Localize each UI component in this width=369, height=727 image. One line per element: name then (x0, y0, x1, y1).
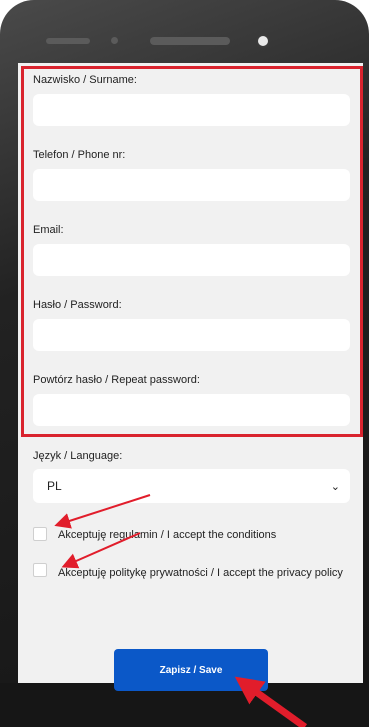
password-label: Hasło / Password: (33, 299, 122, 311)
earpiece-icon (46, 38, 90, 44)
phone-label: Telefon / Phone nr: (33, 149, 126, 161)
email-label: Email: (33, 224, 64, 236)
phone-frame: Nazwisko / Surname: Telefon / Phone nr: … (0, 0, 369, 727)
surname-input[interactable] (33, 94, 350, 126)
phone-input[interactable] (33, 169, 350, 201)
camera-icon (258, 36, 268, 46)
save-button[interactable]: Zapisz / Save (114, 649, 268, 691)
language-label: Język / Language: (33, 450, 123, 462)
language-select[interactable]: PL ⌄ (33, 469, 350, 503)
language-value: PL (47, 479, 62, 493)
privacy-label: Akceptuję politykę prywatności / I accep… (58, 567, 343, 579)
repeat-password-input[interactable] (33, 394, 350, 426)
repeat-password-label: Powtórz hasło / Repeat password: (33, 374, 200, 386)
email-input[interactable] (33, 244, 350, 276)
chevron-down-icon: ⌄ (330, 480, 340, 493)
terms-checkbox[interactable] (33, 527, 47, 541)
terms-label: Akceptuję regulamin / I accept the condi… (58, 529, 277, 541)
password-input[interactable] (33, 319, 350, 351)
surname-label: Nazwisko / Surname: (33, 74, 137, 86)
speaker-icon (150, 37, 230, 45)
sensor-icon (111, 37, 118, 44)
